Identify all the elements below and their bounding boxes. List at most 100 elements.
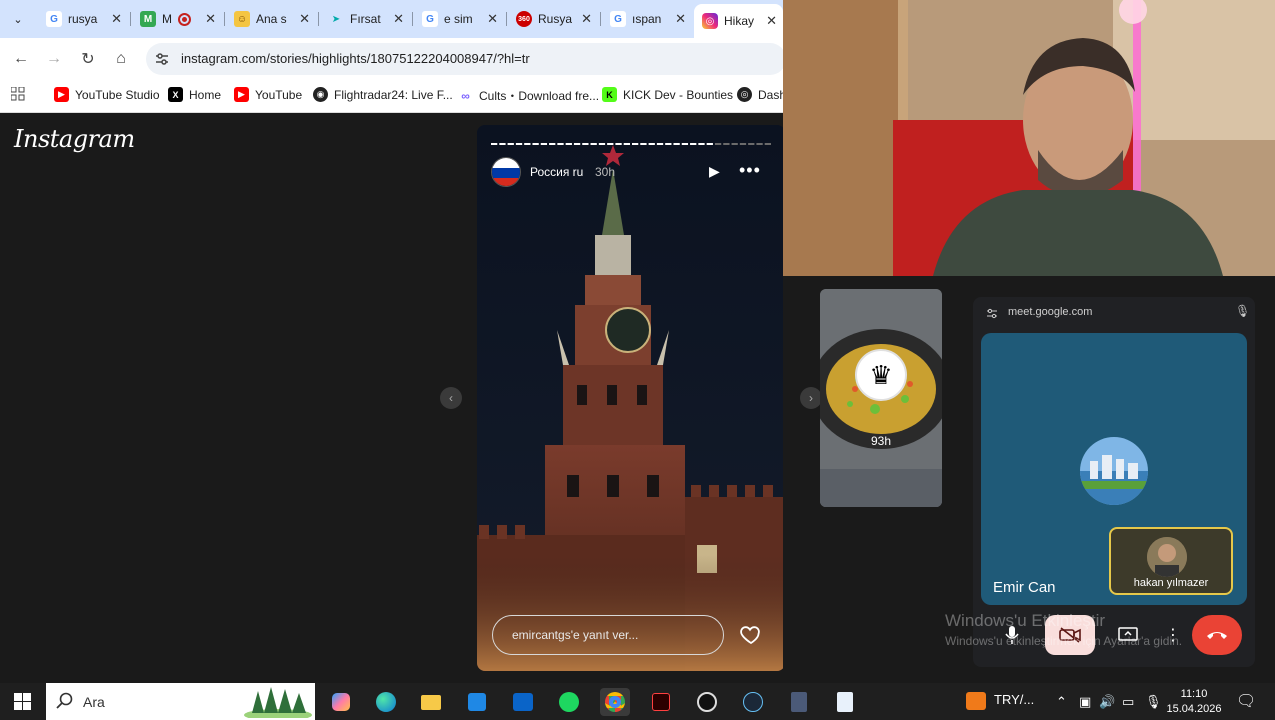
bookmarks-bar: ▶ YouTube Studio X Home ▶ YouTube ◉ Flig… bbox=[0, 80, 786, 113]
story-username[interactable]: Россия ru bbox=[530, 165, 583, 179]
bookmark-cults[interactable]: ∞ Cults・Download fre... bbox=[458, 87, 599, 104]
bookmark-youtube-studio[interactable]: ▶ YouTube Studio bbox=[54, 87, 160, 102]
progress-segment bbox=[681, 143, 689, 145]
home-icon[interactable]: ⌂ bbox=[108, 47, 134, 71]
participant-tile-main[interactable]: Emir Can hakan yılmazer bbox=[981, 333, 1247, 605]
network-icon[interactable]: ▭ bbox=[1122, 694, 1134, 710]
reload-icon[interactable]: ↻ bbox=[75, 47, 101, 71]
next-story-arrow-icon[interactable]: › bbox=[800, 387, 822, 409]
heart-icon[interactable] bbox=[739, 622, 763, 646]
tab-maps[interactable]: M M ✕ bbox=[132, 4, 222, 34]
previous-story-arrow-icon[interactable]: ‹ bbox=[440, 387, 462, 409]
tab-esim[interactable]: G e sim ✕ bbox=[414, 4, 504, 34]
tab-ana-sayfa[interactable]: ☺ Ana s ✕ bbox=[226, 4, 316, 34]
more-options-icon[interactable]: ••• bbox=[739, 160, 761, 181]
arrow-site-icon: ➤ bbox=[331, 13, 341, 25]
tab-search-button[interactable]: ⌄ bbox=[6, 7, 30, 31]
notifications-icon[interactable]: 🗨 bbox=[1236, 691, 1256, 711]
close-icon[interactable]: ✕ bbox=[299, 11, 310, 27]
browser-toolbar: ← → ↻ ⌂ instagram.com/stories/highlights… bbox=[0, 38, 786, 80]
story-reply-input[interactable]: emircantgs'e yanıt ver... bbox=[492, 615, 724, 655]
edge-app-icon[interactable] bbox=[371, 688, 401, 716]
close-icon[interactable]: ✕ bbox=[111, 11, 122, 27]
tab-hikaye-active[interactable]: ◎ Hikay ✕ bbox=[694, 4, 783, 38]
progress-segment bbox=[698, 143, 705, 145]
tab-label: M bbox=[162, 12, 172, 26]
windows-start-icon[interactable] bbox=[14, 693, 31, 710]
progress-segment bbox=[540, 143, 548, 145]
address-bar[interactable]: instagram.com/stories/highlights/1807512… bbox=[146, 43, 786, 75]
russia-flag-avatar[interactable] bbox=[491, 157, 521, 187]
story-progress-bar bbox=[491, 143, 771, 145]
spotify-app-icon[interactable] bbox=[554, 688, 584, 716]
bookmark-x-home[interactable]: X Home bbox=[168, 87, 221, 102]
apps-grid-icon[interactable] bbox=[11, 87, 25, 101]
system-clock[interactable]: 11:10 15.04.2026 bbox=[1166, 687, 1222, 717]
search-icon bbox=[56, 692, 73, 709]
tab-rusya-360[interactable]: 360 Rusya ✕ bbox=[508, 4, 598, 34]
tab-firsat[interactable]: ➤ Fırsat ✕ bbox=[320, 4, 410, 34]
next-story-preview[interactable]: ♛ 93h bbox=[820, 289, 942, 507]
tab-strip: ⌄ G rusya ✕ M M ✕ ☺ Ana s ✕ ➤ Fırsat ✕ G… bbox=[0, 0, 783, 38]
close-icon[interactable]: ✕ bbox=[393, 11, 404, 27]
progress-segment bbox=[665, 143, 672, 145]
instagram-logo[interactable]: Instagram bbox=[14, 125, 135, 153]
play-icon[interactable]: ▶ bbox=[709, 163, 720, 180]
calculator-app-icon[interactable] bbox=[784, 688, 814, 716]
chrome-app-icon[interactable] bbox=[600, 688, 630, 716]
progress-segment bbox=[731, 143, 738, 145]
bookmark-label: Home bbox=[189, 87, 222, 102]
story-viewer[interactable]: Россия ru 30h ▶ ••• emircantgs'e yanıt v… bbox=[477, 125, 785, 671]
progress-segment bbox=[756, 143, 763, 145]
bookmark-dash[interactable]: ◎ Dash bbox=[737, 87, 786, 102]
bookmark-label: YouTube Studio bbox=[75, 87, 160, 102]
story-timestamp: 30h bbox=[595, 165, 616, 179]
progress-segment bbox=[549, 143, 556, 145]
bookmark-flightradar[interactable]: ◉ Flightradar24: Live F... bbox=[313, 87, 453, 102]
forward-icon[interactable]: → bbox=[41, 47, 67, 71]
browser-window: ⌄ G rusya ✕ M M ✕ ☺ Ana s ✕ ➤ Fırsat ✕ G… bbox=[0, 0, 786, 113]
back-icon[interactable]: ← bbox=[8, 47, 34, 71]
end-call-button[interactable] bbox=[1192, 615, 1242, 655]
steam-app-icon[interactable] bbox=[738, 688, 768, 716]
close-icon[interactable]: ✕ bbox=[766, 13, 777, 29]
site-settings-icon[interactable] bbox=[154, 51, 170, 67]
bookmark-kick[interactable]: K KICK Dev - Bounties bbox=[602, 87, 733, 102]
google-icon: G bbox=[610, 11, 626, 27]
currency-widget[interactable]: TRY/... bbox=[994, 692, 1034, 707]
self-avatar bbox=[1147, 537, 1187, 577]
progress-segment bbox=[524, 143, 531, 145]
tab-rusya[interactable]: G rusya ✕ bbox=[38, 4, 128, 34]
file-explorer-app-icon[interactable] bbox=[416, 688, 446, 716]
site-icon: ☺ bbox=[234, 11, 250, 27]
outlook-app-icon[interactable] bbox=[508, 688, 538, 716]
tab-label: rusya bbox=[68, 12, 98, 26]
show-hidden-icons-icon[interactable]: ⌃ bbox=[1056, 694, 1067, 710]
story-header: Россия ru 30h ▶ ••• bbox=[491, 157, 775, 187]
copilot-app-icon[interactable] bbox=[326, 688, 356, 716]
progress-segment bbox=[515, 143, 523, 145]
close-icon[interactable]: ✕ bbox=[487, 11, 498, 27]
close-icon[interactable]: ✕ bbox=[205, 11, 216, 27]
microsoft-store-app-icon[interactable] bbox=[462, 688, 492, 716]
participant-tile-self[interactable]: hakan yılmazer bbox=[1109, 527, 1233, 595]
volume-icon[interactable]: 🔊 bbox=[1099, 694, 1115, 710]
dash-icon: ◎ bbox=[737, 87, 752, 102]
bookmark-youtube[interactable]: ▶ YouTube bbox=[234, 87, 302, 102]
notepad-app-icon[interactable] bbox=[830, 688, 860, 716]
microphone-tray-icon[interactable]: 🎙 bbox=[1145, 694, 1162, 710]
close-icon[interactable]: ✕ bbox=[581, 11, 592, 27]
cults-icon: ∞ bbox=[461, 88, 470, 103]
windows-activation-title: Windows'u Etkinleştir bbox=[945, 611, 1106, 630]
tune-icon[interactable] bbox=[986, 307, 998, 319]
tab-ispanya[interactable]: G ıspan ✕ bbox=[602, 4, 692, 34]
search-label: Ara bbox=[83, 694, 105, 710]
maps-icon: M bbox=[140, 11, 156, 27]
adobe-app-icon[interactable] bbox=[646, 688, 676, 716]
search-highlight-trees-icon bbox=[244, 685, 312, 718]
obs-app-icon[interactable] bbox=[692, 688, 722, 716]
close-icon[interactable]: ✕ bbox=[675, 11, 686, 27]
url-text[interactable]: instagram.com/stories/highlights/1807512… bbox=[181, 51, 530, 66]
taskbar-search-box[interactable]: Ara bbox=[46, 683, 315, 720]
tray-app-icon[interactable]: ▣ bbox=[1079, 694, 1091, 710]
